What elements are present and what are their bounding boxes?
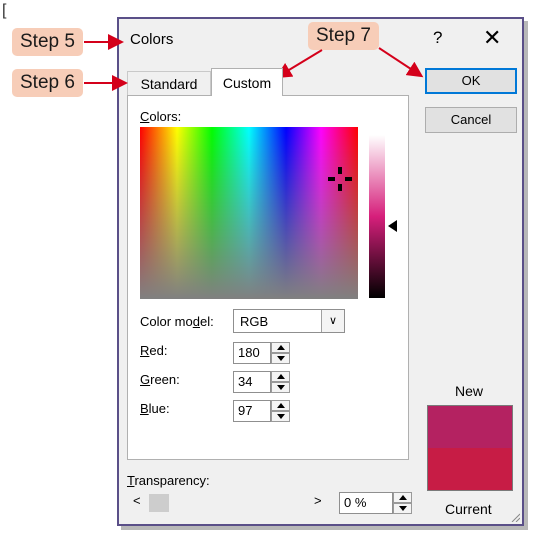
arrow-up-icon (399, 495, 407, 500)
custom-panel: Colors: Color model: RGB ∨ Red: 180 Gree… (127, 95, 409, 460)
arrow-up-icon (277, 345, 285, 350)
arrow-down-icon (399, 506, 407, 511)
step5-callout: Step 5 (12, 28, 83, 56)
arrow-down-icon (277, 414, 285, 419)
chevron-down-icon[interactable]: ∨ (321, 310, 344, 332)
transparency-down-button[interactable] (393, 503, 412, 514)
blue-down-button[interactable] (271, 411, 290, 422)
slider-left-arrow-icon[interactable]: < (133, 493, 141, 508)
slider-thumb[interactable] (149, 494, 169, 512)
color-model-select[interactable]: RGB ∨ (233, 309, 345, 333)
slider-right-arrow-icon[interactable]: > (314, 493, 322, 508)
blue-stepper[interactable]: 97 (233, 400, 291, 422)
colors-dialog: Colors ? ✕ Standard Custom Colors: Color… (117, 17, 524, 526)
transparency-stepper[interactable]: 0 % (339, 492, 413, 514)
green-label: Green: (140, 372, 180, 387)
ok-button[interactable]: OK (425, 68, 517, 94)
tab-standard[interactable]: Standard (127, 71, 211, 95)
blue-field[interactable]: 97 (233, 400, 271, 422)
blue-up-button[interactable] (271, 400, 290, 411)
crosshair-icon (328, 167, 352, 191)
color-model-label: Color model: (140, 314, 214, 329)
luminance-arrow-icon[interactable] (388, 220, 397, 232)
transparency-up-button[interactable] (393, 492, 412, 503)
red-field[interactable]: 180 (233, 342, 271, 364)
tab-custom[interactable]: Custom (211, 68, 283, 96)
new-color-swatch (428, 406, 512, 448)
step7-callout: Step 7 (308, 22, 379, 50)
arrow-down-icon (277, 385, 285, 390)
blue-label: Blue: (140, 401, 170, 416)
transparency-label: Transparency: (127, 473, 210, 488)
resize-grip-icon[interactable] (510, 512, 520, 522)
arrow-down-icon (277, 356, 285, 361)
green-stepper[interactable]: 34 (233, 371, 291, 393)
close-button[interactable]: ✕ (483, 25, 501, 51)
transparency-spin-buttons (393, 492, 412, 514)
green-down-button[interactable] (271, 382, 290, 393)
red-stepper[interactable]: 180 (233, 342, 291, 364)
red-label: Red: (140, 343, 168, 358)
color-model-value: RGB (240, 314, 269, 329)
dialog-title: Colors (130, 31, 174, 48)
color-spectrum[interactable] (140, 127, 358, 299)
color-preview (427, 405, 513, 491)
current-color-swatch (428, 448, 512, 490)
current-label: Current (445, 501, 492, 517)
stray-bracket: [ (2, 2, 7, 19)
colors-label: Colors: (140, 109, 182, 124)
red-down-button[interactable] (271, 353, 290, 364)
transparency-field[interactable]: 0 % (339, 492, 393, 514)
red-spin-buttons (271, 342, 290, 364)
step6-callout: Step 6 (12, 69, 83, 97)
transparency-label-rest: ransparency: (134, 473, 210, 488)
arrow-up-icon (277, 374, 285, 379)
new-label: New (455, 383, 484, 399)
green-field[interactable]: 34 (233, 371, 271, 393)
help-button[interactable]: ? (433, 28, 442, 48)
cancel-button[interactable]: Cancel (425, 107, 517, 133)
transparency-slider[interactable] (149, 494, 305, 512)
red-up-button[interactable] (271, 342, 290, 353)
colors-label-rest: olors: (149, 109, 182, 124)
green-spin-buttons (271, 371, 290, 393)
blue-spin-buttons (271, 400, 290, 422)
luminance-bar[interactable] (369, 135, 385, 298)
arrow-up-icon (277, 403, 285, 408)
green-up-button[interactable] (271, 371, 290, 382)
